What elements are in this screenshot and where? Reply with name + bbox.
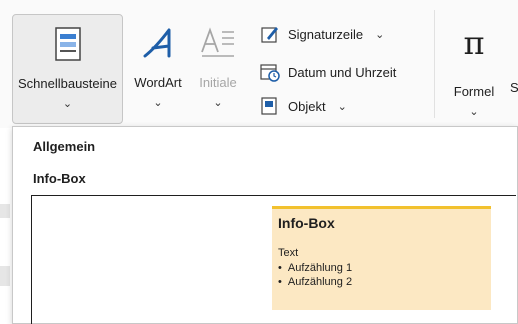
info-box-gallery-item[interactable]: Info-Box Text Aufzählung 1 Aufzählung 2 [31,195,516,324]
signaturzeile-label: Signaturzeile [288,26,364,42]
category-allgemein: Allgemein [33,139,96,154]
info-box-title: Info-Box [278,215,335,231]
chevron-down-icon: ⌄ [62,98,73,110]
group-divider [434,10,435,118]
initiale-label: Initiale [199,75,237,90]
chevron-down-icon[interactable]: ⌄ [338,100,347,113]
objekt-label: Objekt [288,98,326,114]
signature-line-icon [260,24,280,44]
truncated-ribbon-label: S [510,80,518,95]
drop-cap-icon [200,26,236,65]
wordart-label: WordArt [134,75,182,90]
calendar-clock-icon [260,62,280,82]
pi-equation-icon: π [463,24,485,62]
background-ruler-mark [0,204,10,218]
info-box-text: Text [278,247,299,259]
chevron-down-icon: ⌄ [213,97,223,109]
background-ruler-mark [0,266,10,286]
schnellbausteine-label: Schnellbausteine [17,76,118,91]
formel-label: Formel [453,84,495,99]
chevron-down-icon: ⌄ [153,97,163,109]
initiale-button[interactable]: Initiale ⌄ [192,14,244,109]
bullet-item: Aufzählung 1 [278,262,485,274]
info-box-bullet-list: Aufzählung 1 Aufzählung 2 [278,262,485,288]
formel-button[interactable]: π Formel ⌄ [447,14,501,118]
datum-uhrzeit-label: Datum und Uhrzeit [288,64,397,80]
info-box-preview: Info-Box Text Aufzählung 1 Aufzählung 2 [272,206,491,310]
schnellbausteine-button[interactable]: Schnellbausteine ⌄ [12,14,123,124]
schnellbausteine-gallery: Allgemein Info-Box Info-Box Text Aufzähl… [12,126,518,324]
chevron-down-icon[interactable]: ⌄ [375,28,384,41]
object-icon [260,96,280,116]
chevron-down-icon: ⌄ [469,106,479,118]
quick-parts-icon [54,27,81,66]
datum-uhrzeit-button[interactable]: Datum und Uhrzeit [260,62,396,82]
objekt-button[interactable]: Objekt ⌄ [260,96,347,116]
signaturzeile-button[interactable]: Signaturzeile ⌄ [260,24,384,44]
ribbon-insert-text-group: Schnellbausteine ⌄ WordArt ⌄ Initiale ⌄ [0,0,518,151]
bullet-item: Aufzählung 2 [278,276,485,288]
category-info-box: Info-Box [33,171,86,186]
wordart-button[interactable]: WordArt ⌄ [126,14,190,109]
wordart-icon [141,26,175,65]
